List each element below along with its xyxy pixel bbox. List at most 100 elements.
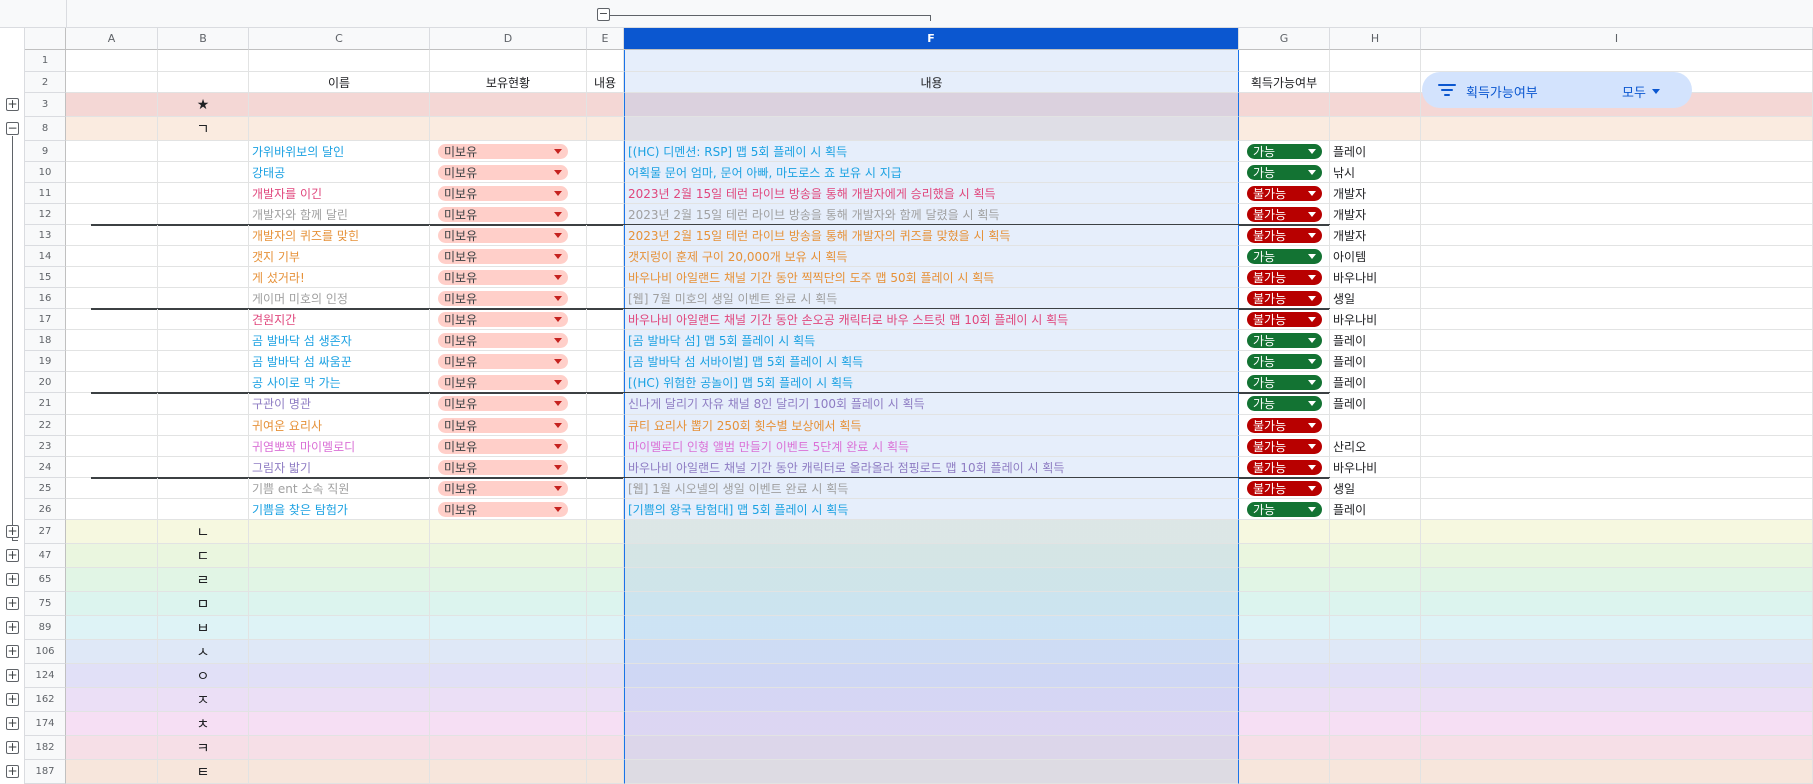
cell-e[interactable]	[587, 288, 624, 309]
expand-group-button[interactable]: +	[6, 573, 19, 586]
cell-h[interactable]: 플레이	[1330, 330, 1421, 351]
cell-f[interactable]	[624, 50, 1239, 72]
cell-d[interactable]	[430, 93, 587, 117]
row-number[interactable]: 12	[25, 204, 66, 225]
cell-d[interactable]	[430, 736, 587, 760]
cell-a[interactable]	[66, 117, 158, 141]
cell-a[interactable]	[66, 330, 158, 351]
cell-f[interactable]	[624, 736, 1239, 760]
cell-a[interactable]	[66, 499, 158, 520]
cell-b[interactable]	[158, 457, 249, 478]
cell-h[interactable]: 개발자	[1330, 183, 1421, 204]
cell-g[interactable]	[1239, 688, 1330, 712]
cell-f[interactable]	[624, 544, 1239, 568]
row-number[interactable]: 24	[25, 457, 66, 478]
cell-d[interactable]: 미보유	[430, 415, 587, 436]
availability-dropdown[interactable]: 가능	[1247, 353, 1322, 369]
cell-e[interactable]	[587, 436, 624, 457]
cell-e[interactable]	[587, 330, 624, 351]
cell-i[interactable]	[1421, 592, 1813, 616]
cell-d[interactable]: 미보유	[430, 372, 587, 393]
row-number[interactable]: 3	[25, 93, 66, 117]
cell-e[interactable]	[587, 568, 624, 592]
expand-group-button[interactable]: +	[6, 549, 19, 562]
cell-i[interactable]	[1421, 351, 1813, 372]
row-number[interactable]: 124	[25, 664, 66, 688]
cell-h[interactable]	[1330, 664, 1421, 688]
cell-c[interactable]: 강태공	[249, 162, 430, 183]
cell-c[interactable]: 개발자와 함께 달린	[249, 204, 430, 225]
cell-c[interactable]: 기쁨 ent 소속 직원	[249, 478, 430, 499]
cell-e[interactable]	[587, 616, 624, 640]
ownership-dropdown[interactable]: 미보유	[438, 269, 568, 285]
availability-dropdown[interactable]: 불가능	[1247, 185, 1322, 201]
cell-c[interactable]	[249, 712, 430, 736]
cell-a[interactable]	[66, 568, 158, 592]
cell-g[interactable]: 획득가능여부	[1239, 72, 1330, 93]
row-number[interactable]: 18	[25, 330, 66, 351]
availability-dropdown[interactable]: 가능	[1247, 332, 1322, 348]
cell-e[interactable]	[587, 415, 624, 436]
availability-dropdown[interactable]: 불가능	[1247, 438, 1322, 454]
cell-b[interactable]	[158, 50, 249, 72]
cell-a[interactable]	[66, 72, 158, 93]
cell-b[interactable]: ★	[158, 93, 249, 117]
cell-i[interactable]	[1421, 204, 1813, 225]
cell-f[interactable]: 갯지렁이 훈제 구이 20,000개 보유 시 획득	[624, 246, 1239, 267]
cell-c[interactable]: 공 사이로 막 가는	[249, 372, 430, 393]
cell-h[interactable]: 바우나비	[1330, 457, 1421, 478]
cell-c[interactable]: 기쁨을 찾은 탐험가	[249, 499, 430, 520]
cell-a[interactable]	[66, 436, 158, 457]
filter-chip[interactable]: 획득가능여부 모두	[1422, 72, 1692, 108]
ownership-dropdown[interactable]: 미보유	[438, 206, 568, 222]
cell-b[interactable]: ㄹ	[158, 568, 249, 592]
cell-c[interactable]: 갯지 기부	[249, 246, 430, 267]
cell-g[interactable]	[1239, 736, 1330, 760]
cell-e[interactable]	[587, 520, 624, 544]
cell-i[interactable]	[1421, 457, 1813, 478]
cell-e[interactable]	[587, 372, 624, 393]
row-number[interactable]: 162	[25, 688, 66, 712]
ownership-dropdown[interactable]: 미보유	[438, 143, 568, 159]
cell-g[interactable]: 불가능	[1239, 457, 1330, 478]
cell-a[interactable]	[66, 544, 158, 568]
cell-h[interactable]: 개발자	[1330, 204, 1421, 225]
cell-f[interactable]: 내용	[624, 72, 1239, 93]
ownership-dropdown[interactable]: 미보유	[438, 374, 568, 390]
cell-h[interactable]: 생일	[1330, 478, 1421, 499]
cell-a[interactable]	[66, 204, 158, 225]
cell-h[interactable]	[1330, 415, 1421, 436]
cell-c[interactable]	[249, 688, 430, 712]
expand-group-button[interactable]: +	[6, 645, 19, 658]
cell-f[interactable]: 마이멜로디 인형 앨범 만들기 이벤트 5단계 완료 시 획득	[624, 436, 1239, 457]
cell-e[interactable]	[587, 141, 624, 162]
cell-c[interactable]: 게 섰거라!	[249, 267, 430, 288]
cell-e[interactable]	[587, 499, 624, 520]
column-header-i[interactable]: I	[1421, 28, 1813, 50]
cell-h[interactable]: 플레이	[1330, 393, 1421, 415]
cell-b[interactable]	[158, 351, 249, 372]
cell-g[interactable]: 가능	[1239, 246, 1330, 267]
cell-f[interactable]	[624, 93, 1239, 117]
cell-b[interactable]	[158, 72, 249, 93]
cell-a[interactable]	[66, 351, 158, 372]
cell-d[interactable]: 미보유	[430, 478, 587, 499]
filter-value[interactable]: 모두	[1622, 82, 1646, 101]
cell-e[interactable]	[587, 640, 624, 664]
row-number[interactable]: 20	[25, 372, 66, 393]
cell-b[interactable]	[158, 499, 249, 520]
ownership-dropdown[interactable]: 미보유	[438, 248, 568, 264]
column-header-h[interactable]: H	[1330, 28, 1421, 50]
cell-e[interactable]	[587, 225, 624, 246]
cell-f[interactable]: [웹] 1월 시오넬의 생일 이벤트 완료 시 획득	[624, 478, 1239, 499]
cell-i[interactable]	[1421, 568, 1813, 592]
cell-f[interactable]: 신나게 달리기 자유 채널 8인 달리기 100회 플레이 시 획득	[624, 393, 1239, 415]
row-number[interactable]: 174	[25, 712, 66, 736]
cell-b[interactable]	[158, 141, 249, 162]
cell-h[interactable]	[1330, 760, 1421, 784]
cell-h[interactable]	[1330, 117, 1421, 141]
cell-i[interactable]	[1421, 330, 1813, 351]
cell-h[interactable]	[1330, 616, 1421, 640]
cell-b[interactable]: ㄴ	[158, 520, 249, 544]
availability-dropdown[interactable]: 불가능	[1247, 417, 1322, 433]
